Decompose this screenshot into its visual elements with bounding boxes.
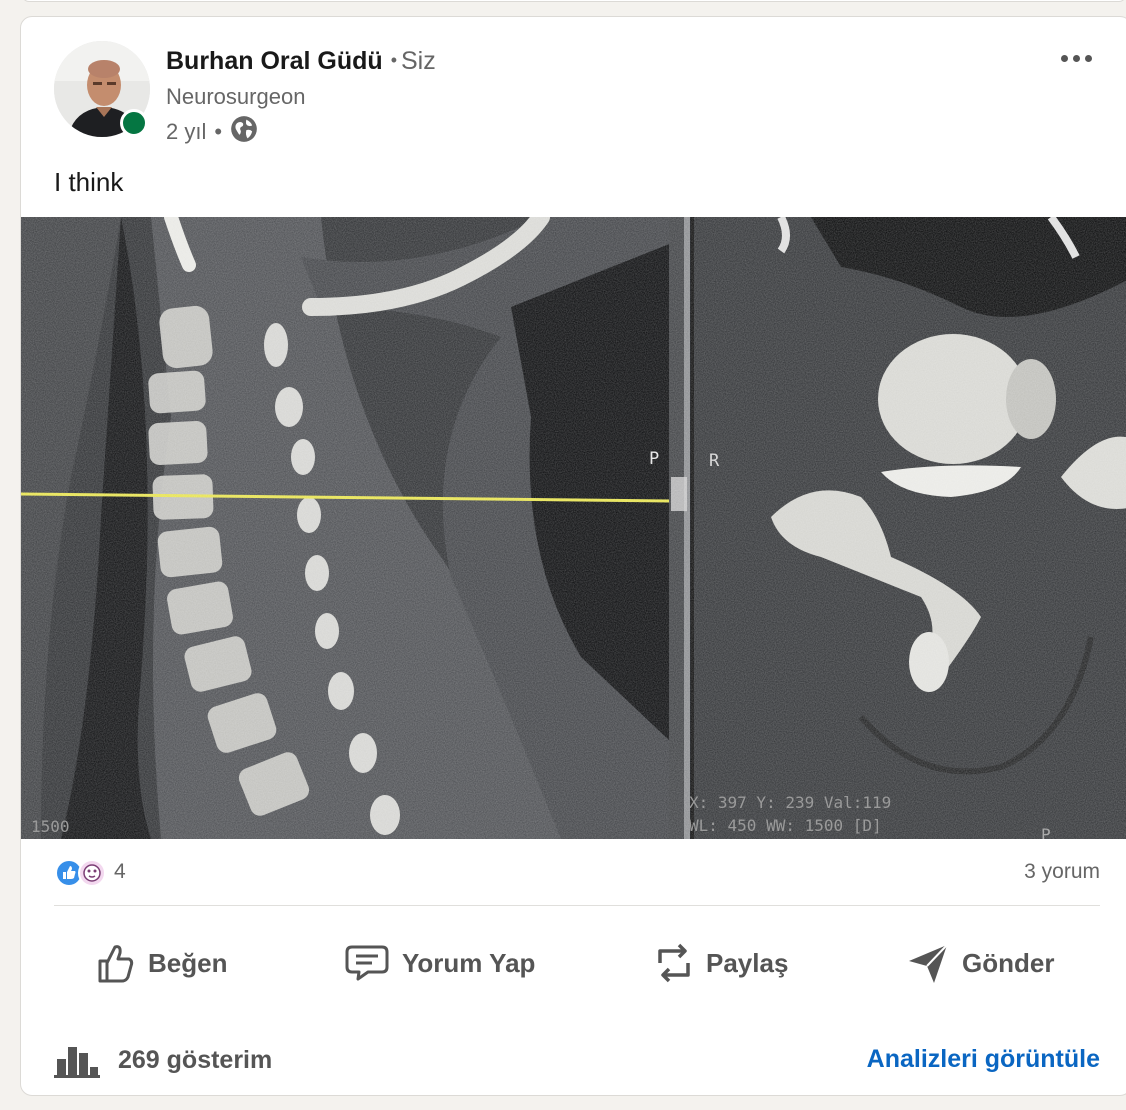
insightful-icon [78,859,106,887]
post-footer: 269 gösterim Analizleri görüntüle [54,1035,1100,1085]
thumbs-up-icon [98,945,134,983]
cursor-readout: X: 397 Y: 239 Val:119 [689,793,892,812]
more-dot [1060,54,1068,62]
author-name-row: Burhan Oral Güdü • Siz [166,47,436,76]
online-status-dot [120,109,148,137]
post-image[interactable]: P R X: 397 Y: 239 Val:119 WL: 450 WW: 15… [21,217,1126,839]
reaction-icons[interactable] [54,858,110,888]
previous-post-card-edge [22,0,1126,2]
connection-degree: Siz [401,47,436,75]
impressions-label: 269 gösterim [118,1045,273,1074]
orientation-label-p: P [649,449,660,469]
like-button[interactable]: Beğen [96,935,227,991]
repost-label: Paylaş [706,947,789,978]
post-time[interactable]: 2 yıl [166,119,206,145]
send-label: Gönder [962,947,1055,978]
comments-count[interactable]: 3 yorum [1024,860,1100,884]
ct-scan-image [21,217,1126,839]
send-icon [909,944,948,983]
divider [54,905,1100,906]
comment-label: Yorum Yap [402,947,536,978]
author-headline: Neurosurgeon [166,84,306,109]
feed-post-card: Burhan Oral Güdü • Siz Neurosurgeon 2 yıl … [20,16,1126,1096]
repost-button[interactable]: Paylaş [654,935,788,991]
repost-icon [658,943,690,983]
more-dot [1072,54,1080,62]
window-level-readout: WL: 450 WW: 1500 [D] [689,816,882,835]
meta-separator: • [214,119,223,144]
social-counts: 4 3 yorum [54,855,1100,891]
comment-button[interactable]: Yorum Yap [344,935,535,991]
globe-icon [230,115,258,149]
bar-chart-icon [54,1047,100,1078]
reaction-count[interactable]: 4 [114,860,126,884]
orientation-label-p-bottom: P [1041,825,1051,839]
like-label: Beğen [148,947,228,978]
impressions[interactable]: 269 gösterim [54,1041,272,1079]
orientation-label-r: R [709,451,720,471]
post-text: I think [54,167,124,197]
author-name[interactable]: Burhan Oral Güdü [166,47,383,75]
view-analytics-link[interactable]: Analizleri görüntüle [867,1045,1100,1074]
left-window-value: 1500 [31,817,70,836]
send-button[interactable]: Gönder [906,935,1054,991]
more-options-button[interactable] [1051,45,1101,71]
comment-icon [345,945,389,981]
more-dot [1084,54,1092,62]
post-meta: 2 yıl • [166,115,258,149]
name-separator: • [390,50,397,70]
post-actions: Beğen Yorum Yap Paylaş Gönder [54,935,1100,991]
